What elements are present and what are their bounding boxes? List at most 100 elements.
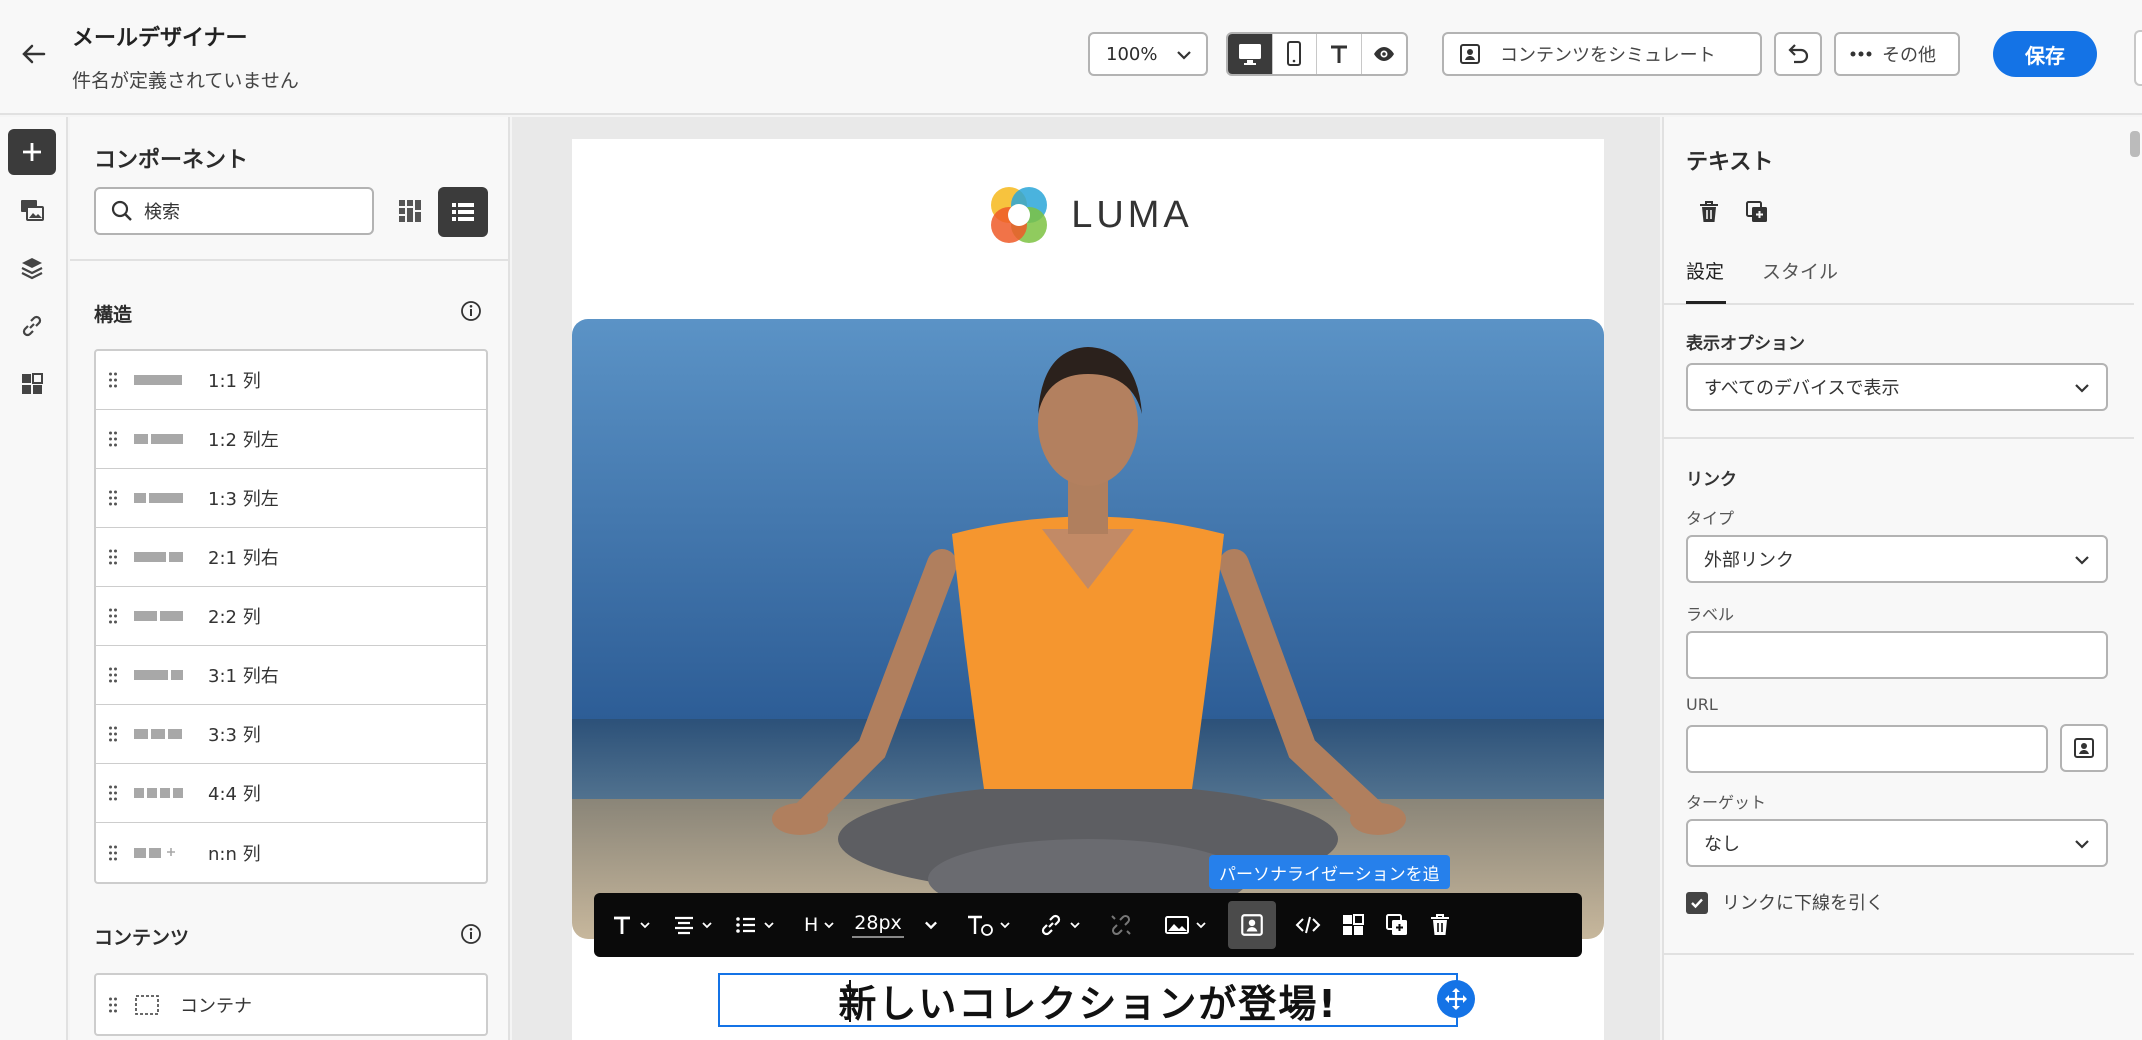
font-size-dropdown[interactable]: 28px <box>852 901 939 949</box>
more-button[interactable]: その他 <box>1834 32 1960 76</box>
brand-logo[interactable]: LUMA <box>572 179 1604 251</box>
info-icon[interactable] <box>460 300 482 322</box>
subject-status: 件名が定義されていません <box>72 70 299 92</box>
display-options-value: すべてのデバイスで表示 <box>1704 378 1900 399</box>
fragment-button[interactable] <box>1340 901 1366 949</box>
duplicate-icon <box>1746 201 1767 222</box>
tab-settings[interactable]: 設定 <box>1686 257 1724 284</box>
links-rail-button[interactable] <box>8 303 56 349</box>
structure-item-3-1-right[interactable]: 3:1 列右 <box>96 646 486 705</box>
list-view-toggle[interactable] <box>438 187 488 237</box>
component-search-input[interactable]: 検索 <box>94 187 374 235</box>
underline-checkbox-label: リンクに下線を引く <box>1722 893 1884 914</box>
structure-item-2-1-right[interactable]: 2:1 列右 <box>96 528 486 587</box>
text-format-dropdown[interactable] <box>966 901 1012 949</box>
headline-text-block[interactable]: 新しいコレクションが登場! <box>718 973 1458 1027</box>
chevron-down-icon <box>764 922 774 929</box>
column-1-2-icon <box>134 431 188 447</box>
heading-dropdown[interactable]: H <box>804 901 836 949</box>
label-input[interactable] <box>1686 631 2108 679</box>
profile-card-icon <box>1460 44 1480 64</box>
chevron-down-icon <box>2075 556 2089 565</box>
fragments-rail-button[interactable] <box>8 361 56 407</box>
target-select[interactable]: なし <box>1686 819 2108 867</box>
grid-view-toggle[interactable] <box>386 187 434 235</box>
zoom-select[interactable]: 100% <box>1088 32 1208 76</box>
info-icon[interactable] <box>460 923 482 945</box>
profile-card-icon <box>1240 914 1263 936</box>
components-title: コンポーネント <box>94 148 249 173</box>
text-style-dropdown[interactable] <box>610 901 652 949</box>
desktop-view-button[interactable] <box>1228 34 1273 74</box>
structure-item-1-1[interactable]: 1:1 列 <box>96 351 486 410</box>
column-4-4-icon <box>134 785 188 801</box>
underline-checkbox[interactable] <box>1686 892 1708 914</box>
mobile-view-button[interactable] <box>1273 34 1317 74</box>
drag-handle-icon <box>109 549 117 565</box>
structure-item-1-3-left[interactable]: 1:3 列左 <box>96 469 486 528</box>
hero-image[interactable] <box>572 319 1604 939</box>
duplicate-button[interactable] <box>1384 901 1410 949</box>
chevron-down-icon <box>702 922 712 929</box>
text-icon <box>614 916 630 934</box>
delete-button[interactable] <box>1428 901 1452 949</box>
structure-item-2-2[interactable]: 2:2 列 <box>96 587 486 646</box>
url-personalization-button[interactable] <box>2060 724 2108 772</box>
content-item-container[interactable]: コンテナ <box>96 975 486 1034</box>
delete-component-button[interactable] <box>1692 195 1726 229</box>
image-dropdown[interactable] <box>1164 901 1208 949</box>
url-input[interactable] <box>1686 725 2048 773</box>
components-rail-button[interactable] <box>8 129 56 175</box>
save-button[interactable]: 保存 <box>1993 31 2097 77</box>
more-label: その他 <box>1882 45 1936 66</box>
logo-text: LUMA <box>1071 193 1193 236</box>
assets-rail-button[interactable] <box>8 187 56 233</box>
add-personalization-button[interactable] <box>1227 901 1276 949</box>
properties-title: テキスト <box>1686 150 1774 175</box>
simulate-content-button[interactable]: コンテンツをシミュレート <box>1442 32 1762 76</box>
link-dropdown[interactable] <box>1038 901 1082 949</box>
url-field-label: URL <box>1686 695 1718 714</box>
back-button[interactable] <box>16 36 52 72</box>
active-tab-indicator <box>1686 301 1726 304</box>
tab-style[interactable]: スタイル <box>1762 257 1838 284</box>
content-section-label: コンテンツ <box>94 927 190 949</box>
font-size-value: 28px <box>852 912 904 938</box>
structure-item-4-4[interactable]: 4:4 列 <box>96 764 486 823</box>
checkmark-icon <box>1691 898 1703 909</box>
layers-rail-button[interactable] <box>8 245 56 291</box>
display-options-select[interactable]: すべてのデバイスで表示 <box>1686 363 2108 411</box>
structure-item-1-2-left[interactable]: 1:2 列左 <box>96 410 486 469</box>
page-title: メールデザイナー <box>72 26 248 51</box>
column-3-3-icon <box>134 726 188 742</box>
move-handle[interactable] <box>1437 980 1475 1018</box>
html-code-button[interactable] <box>1294 901 1322 949</box>
chevron-down-icon <box>1000 922 1010 929</box>
structure-label: 3:3 列 <box>208 725 261 746</box>
undo-button[interactable] <box>1774 32 1822 76</box>
chevron-down-icon <box>1196 922 1206 929</box>
list-dropdown[interactable] <box>734 901 776 949</box>
link-section-label: リンク <box>1686 470 1737 490</box>
chevron-down-icon <box>824 922 834 929</box>
drag-handle-icon <box>109 785 117 801</box>
duplicate-component-button[interactable] <box>1740 195 1774 229</box>
structure-item-n-n[interactable]: n:n 列 <box>96 823 486 882</box>
move-icon <box>1445 988 1467 1010</box>
structure-label: n:n 列 <box>208 843 261 865</box>
fragments-icon <box>22 373 43 394</box>
drag-handle-icon <box>109 431 117 447</box>
arrow-left-icon <box>22 44 46 64</box>
structure-section-label: 構造 <box>94 304 133 326</box>
align-dropdown[interactable] <box>672 901 714 949</box>
link-type-value: 外部リンク <box>1704 550 1794 571</box>
link-type-select[interactable]: 外部リンク <box>1686 535 2108 583</box>
column-n-n-icon <box>134 845 188 861</box>
text-view-button[interactable] <box>1317 34 1362 74</box>
structure-label: 1:3 列左 <box>208 489 279 510</box>
preview-button[interactable] <box>1362 34 1406 74</box>
components-panel: コンポーネント 検索 構造 1:1 列 1:2 列左 1:3 列左 2:1 列右… <box>70 117 510 1040</box>
unlink-button[interactable] <box>1108 901 1134 949</box>
structure-item-3-3[interactable]: 3:3 列 <box>96 705 486 764</box>
scrollbar[interactable] <box>2130 131 2140 157</box>
